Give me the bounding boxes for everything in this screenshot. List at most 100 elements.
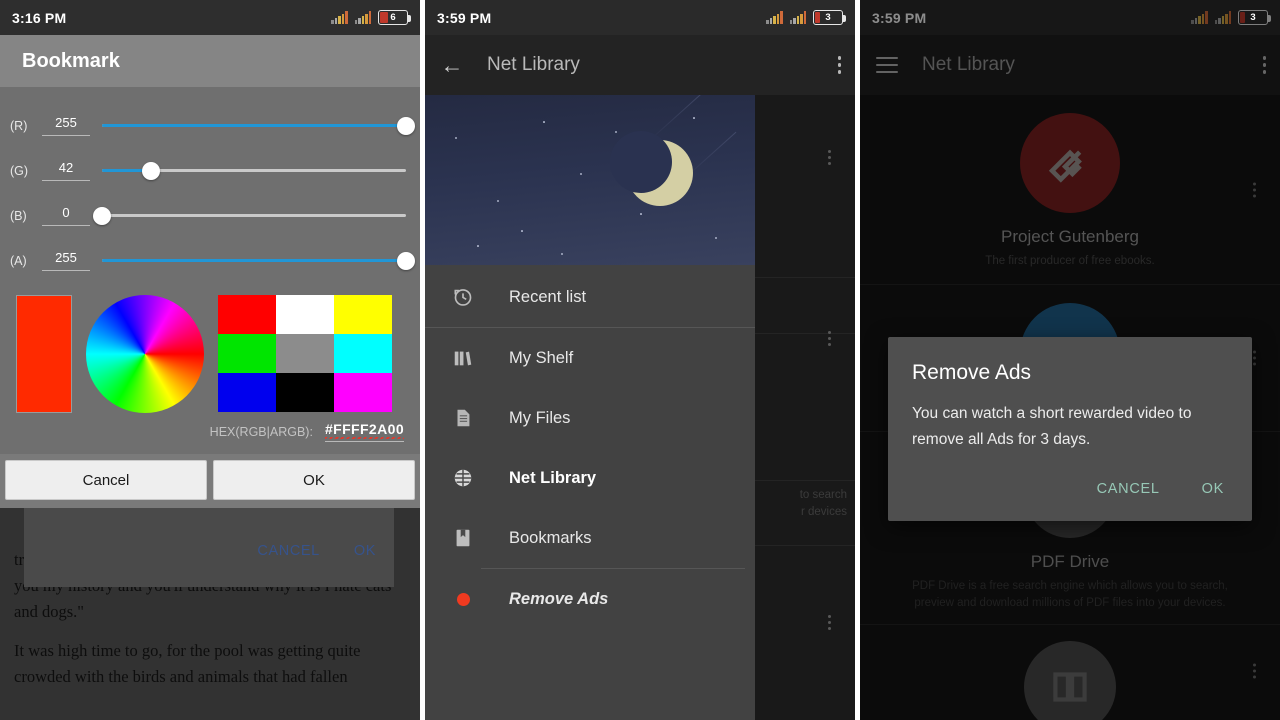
panel-remove-ads-dialog: 3:59 PM 3 Net Library Project Gutenberg … <box>860 0 1280 720</box>
drawer-item-my-shelf[interactable]: My Shelf <box>425 328 755 388</box>
underlying-dialog-actions: CANCEL OK <box>257 543 376 559</box>
color-wheel[interactable] <box>86 295 204 413</box>
dialog-message: You can watch a short rewarded video to … <box>912 405 1192 448</box>
slider-track-r[interactable] <box>102 116 415 135</box>
drawer-header-image <box>425 95 755 265</box>
drawer-item-my-files[interactable]: My Files <box>425 388 755 448</box>
status-bar-2: 3:59 PM 3 <box>425 0 855 35</box>
status-bar-1: 3:16 PM 6 <box>0 0 420 35</box>
battery-icon: 3 <box>813 10 846 25</box>
behind-kebab-icon-2 <box>828 331 831 346</box>
swatch-gray[interactable] <box>276 334 334 373</box>
signal-bars-icon-2 <box>789 11 806 24</box>
swatch-red[interactable] <box>218 295 276 334</box>
bookmark-icon <box>449 527 477 549</box>
underlying-ok-button[interactable]: OK <box>354 543 376 559</box>
underlying-dialog: CANCEL OK <box>24 503 394 587</box>
drawer-item-label: Net Library <box>509 468 597 487</box>
hex-label: HEX(RGB|ARGB): <box>209 424 313 439</box>
slider-row-b: (B) 0 <box>10 193 406 238</box>
panel-color-picker: 3:16 PM 6 trembling voice, "Let us get t… <box>0 0 420 720</box>
behind-kebab-icon-1 <box>828 150 831 165</box>
drawer-item-bookmarks[interactable]: Bookmarks <box>425 508 755 568</box>
dialog-title: Remove Ads <box>912 361 1032 384</box>
slider-value-g[interactable]: 42 <box>42 160 90 181</box>
drawer-item-recent-list[interactable]: Recent list <box>425 267 755 327</box>
ok-button[interactable]: OK <box>213 460 415 500</box>
arrow-back-icon[interactable]: ← <box>439 52 465 78</box>
status-time: 3:16 PM <box>12 9 67 26</box>
swatch-magenta[interactable] <box>334 373 392 412</box>
drawer-item-remove-ads[interactable]: Remove Ads <box>425 569 755 629</box>
drawer-item-label: Bookmarks <box>509 528 592 547</box>
slider-row-a: (A) 255 <box>10 238 415 283</box>
cancel-button[interactable]: Cancel <box>5 460 207 500</box>
swatch-white[interactable] <box>276 295 334 334</box>
status-icons: 6 <box>329 10 411 25</box>
drawer-item-label: Recent list <box>509 287 587 306</box>
drawer-menu-list: Recent list My Shelf My Files Net Librar… <box>425 265 755 629</box>
app-bar-title: Net Library <box>487 54 580 75</box>
swatch-black[interactable] <box>276 373 334 412</box>
status-icons: 3 <box>764 10 846 25</box>
dialog-title: Bookmark <box>22 49 120 72</box>
cancel-button[interactable]: CANCEL <box>1093 475 1164 503</box>
history-clock-icon <box>449 286 477 308</box>
slider-track-b[interactable] <box>93 206 406 225</box>
signal-bars-icon <box>766 11 783 24</box>
document-file-icon <box>449 407 477 429</box>
slider-label-r: (R) <box>10 118 28 133</box>
dialog-actions: CANCEL OK <box>912 475 1228 511</box>
hex-input-row: HEX(RGB|ARGB): #FFFF2A00 <box>0 417 420 454</box>
slider-label-a: (A) <box>10 253 27 268</box>
slider-row-g: (G) 42 <box>10 148 406 193</box>
underlying-cancel-button[interactable]: CANCEL <box>257 543 319 559</box>
kebab-menu-icon[interactable] <box>837 56 841 74</box>
slider-label-b: (B) <box>10 208 27 223</box>
swatch-blue[interactable] <box>218 373 276 412</box>
signal-bars-icon <box>331 11 348 24</box>
slider-value-r[interactable]: 255 <box>42 115 90 136</box>
behind-text-fragment-2: r devices <box>800 506 847 518</box>
drawer-item-label: My Shelf <box>509 348 574 367</box>
dialog-buttons: Cancel OK <box>0 454 420 508</box>
slider-row-r: (R) 255 <box>10 103 415 148</box>
screenshot-stage: 3:16 PM 6 trembling voice, "Let us get t… <box>0 0 1280 720</box>
drawer-item-label: Remove Ads <box>509 589 609 608</box>
remove-ads-dialog: Remove Ads You can watch a short rewarde… <box>888 337 1252 521</box>
preset-swatch-grid <box>218 295 392 412</box>
slider-label-g: (G) <box>10 163 29 178</box>
signal-bars-icon-2 <box>354 11 371 24</box>
slider-track-g[interactable] <box>102 161 406 180</box>
ok-button[interactable]: OK <box>1198 475 1228 503</box>
slider-value-b[interactable]: 0 <box>42 205 90 226</box>
drawer-item-net-library[interactable]: Net Library <box>425 448 755 508</box>
battery-icon: 6 <box>378 10 411 25</box>
red-dot-icon <box>449 592 477 606</box>
slider-value-a[interactable]: 255 <box>42 250 90 271</box>
app-bar-2: ← Net Library <box>425 35 855 95</box>
globe-grid-icon <box>449 467 477 489</box>
slider-track-a[interactable] <box>102 251 415 270</box>
swatch-yellow[interactable] <box>334 295 392 334</box>
navigation-drawer: Recent list My Shelf My Files Net Librar… <box>425 95 755 720</box>
dialog-title-bar: Bookmark <box>0 35 420 87</box>
swatch-cyan[interactable] <box>334 334 392 373</box>
color-picker-controls <box>0 289 420 417</box>
behind-kebab-icon-3 <box>828 615 831 630</box>
crescent-moon-icon <box>610 131 693 206</box>
reader-paragraph-2: It was high time to go, for the pool was… <box>14 641 361 686</box>
books-shelf-icon <box>449 347 477 369</box>
panel-nav-drawer: 3:59 PM 3 ← Net Library to search r devi… <box>425 0 855 720</box>
drawer-item-label: My Files <box>509 408 571 427</box>
behind-text-fragment-1: to search <box>799 489 847 501</box>
battery-level: 3 <box>1250 12 1256 23</box>
battery-level: 6 <box>390 12 396 23</box>
color-preview-swatch <box>16 295 72 413</box>
color-picker-dialog: Bookmark (R) 255 (G) 42 (B) 0 (A) 255 HE… <box>0 35 420 508</box>
hex-input[interactable]: #FFFF2A00 <box>324 421 405 442</box>
status-time: 3:59 PM <box>437 9 492 26</box>
swatch-green[interactable] <box>218 334 276 373</box>
rgba-sliders: (R) 255 (G) 42 (B) 0 (A) 255 <box>0 87 420 289</box>
battery-level: 3 <box>825 12 831 23</box>
